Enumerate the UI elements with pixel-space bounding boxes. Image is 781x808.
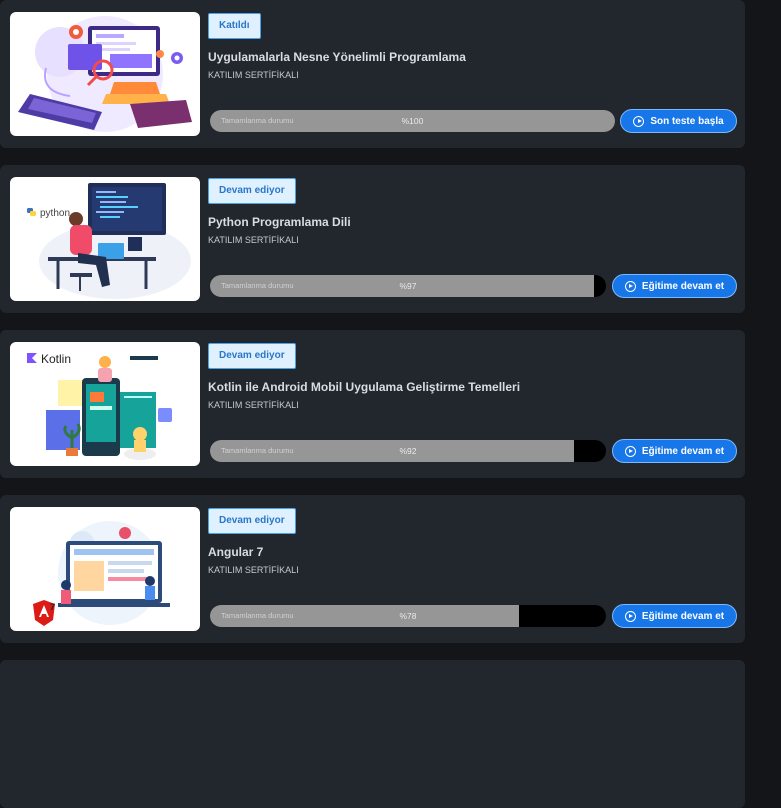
python-logo-icon: [27, 208, 36, 216]
course-card: 7 Devam ediyor Angular 7 KATILIM SERTİFİ…: [0, 495, 745, 643]
svg-text:7: 7: [50, 602, 55, 612]
progress-percent: %97: [399, 281, 417, 291]
course-subtitle: KATILIM SERTİFİKALI: [208, 400, 299, 410]
progress-bar: Tamamlanma durumu %97: [210, 275, 606, 297]
course-thumbnail[interactable]: [10, 12, 200, 136]
kotlin-illustration: Kotlin: [27, 352, 172, 460]
course-card: [0, 660, 745, 808]
angular-illustration: 7: [33, 521, 170, 626]
course-title[interactable]: Python Programlama Dili: [208, 215, 351, 229]
progress-bar: Tamamlanma durumu %92: [210, 440, 606, 462]
status-badge: Katıldı: [208, 13, 261, 39]
play-circle-icon: [624, 610, 636, 622]
play-circle-icon: [633, 115, 645, 127]
progress-percent: %78: [399, 611, 417, 621]
course-card: Katıldı Uygulamalarla Nesne Yönelimli Pr…: [0, 0, 745, 148]
progress-percent: %100: [401, 116, 424, 126]
play-circle-icon: [624, 280, 636, 292]
course-title[interactable]: Angular 7: [208, 545, 263, 559]
course-subtitle: KATILIM SERTİFİKALI: [208, 70, 299, 80]
progress-bar: Tamamlanma durumu %100: [210, 110, 615, 132]
progress-bar: Tamamlanma durumu %78: [210, 605, 606, 627]
python-illustration: python: [27, 183, 191, 299]
button-label: Son teste başla: [650, 115, 724, 127]
continue-course-button[interactable]: Eğitime devam et: [612, 439, 737, 463]
course-title[interactable]: Uygulamalarla Nesne Yönelimli Programlam…: [208, 50, 466, 64]
status-badge: Devam ediyor: [208, 508, 296, 534]
kotlin-logo-icon: [27, 353, 37, 363]
progress-percent: %92: [399, 446, 417, 456]
continue-course-button[interactable]: Eğitime devam et: [612, 604, 737, 628]
play-circle-icon: [624, 445, 636, 457]
start-final-test-button[interactable]: Son teste başla: [620, 109, 737, 133]
button-label: Eğitime devam et: [641, 445, 725, 457]
status-badge: Devam ediyor: [208, 343, 296, 369]
course-subtitle: KATILIM SERTİFİKALI: [208, 565, 299, 575]
oop-illustration: [18, 16, 192, 132]
button-label: Eğitime devam et: [641, 280, 725, 292]
course-thumbnail[interactable]: Kotlin: [10, 342, 200, 466]
course-subtitle: KATILIM SERTİFİKALI: [208, 235, 299, 245]
course-title[interactable]: Kotlin ile Android Mobil Uygulama Gelişt…: [208, 380, 520, 394]
status-badge: Devam ediyor: [208, 178, 296, 204]
svg-text:Kotlin: Kotlin: [41, 352, 71, 366]
course-card: Kotlin Devam ediyor Kotlin ile Android M…: [0, 330, 745, 478]
button-label: Eğitime devam et: [641, 610, 725, 622]
course-thumbnail[interactable]: python: [10, 177, 200, 301]
course-card: python Devam ediyor Python Programlama D…: [0, 165, 745, 313]
continue-course-button[interactable]: Eğitime devam et: [612, 274, 737, 298]
course-thumbnail[interactable]: 7: [10, 507, 200, 631]
svg-text:python: python: [40, 208, 70, 219]
